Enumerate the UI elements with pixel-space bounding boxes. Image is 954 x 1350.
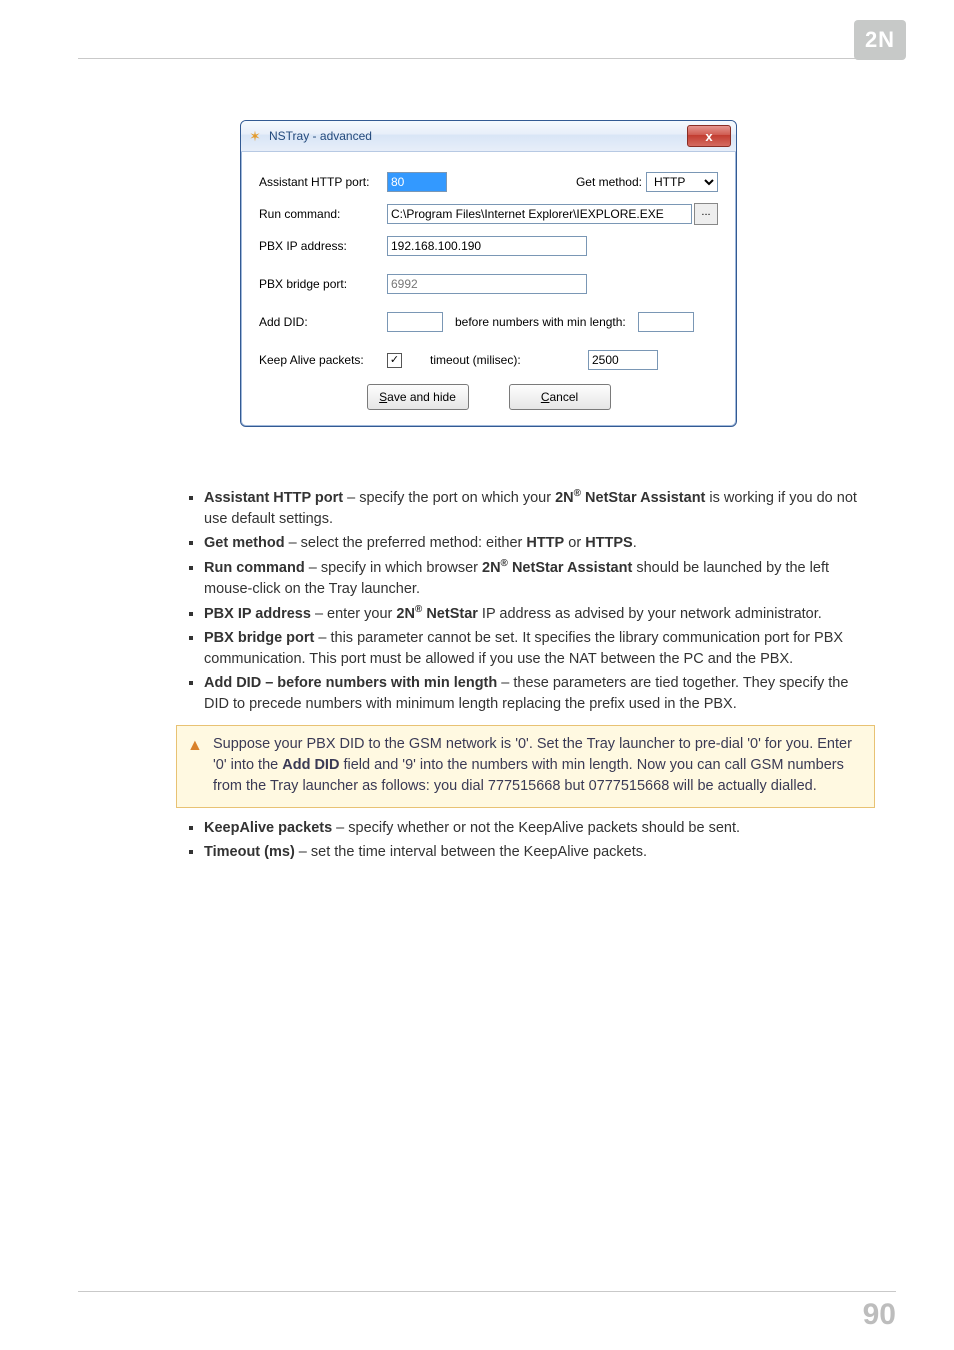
page-number: 90 <box>863 1298 896 1332</box>
label-pbx-bridge: PBX bridge port: <box>259 277 387 291</box>
dialog-body: Assistant HTTP port: Get method: HTTP Ru… <box>241 152 736 426</box>
label-keep-alive: Keep Alive packets: <box>259 353 387 367</box>
get-method-select[interactable]: HTTP <box>646 172 718 192</box>
doc-bullet: Timeout (ms) – set the time interval bet… <box>204 842 875 863</box>
browse-button[interactable]: ... <box>694 203 718 225</box>
doc-text: Assistant HTTP port – specify the port o… <box>180 487 875 863</box>
keep-alive-checkbox[interactable]: ✓ <box>387 353 402 368</box>
label-before-numbers: before numbers with min length: <box>455 315 626 329</box>
label-http-port: Assistant HTTP port: <box>259 175 387 189</box>
doc-bullet: KeepAlive packets – specify whether or n… <box>204 818 875 839</box>
dialog-titlebar: ✶ NSTray - advanced x <box>241 121 736 152</box>
doc-bullet: PBX bridge port – this parameter cannot … <box>204 628 875 670</box>
doc-bullet: PBX IP address – enter your 2N® NetStar … <box>204 603 875 625</box>
run-command-input[interactable] <box>387 204 692 224</box>
min-length-input[interactable] <box>638 312 694 332</box>
pbx-ip-input[interactable] <box>387 236 587 256</box>
doc-bullet: Get method – select the preferred method… <box>204 533 875 554</box>
app-icon: ✶ <box>247 128 263 144</box>
pbx-bridge-input <box>387 274 587 294</box>
warning-icon: ▲ <box>187 734 203 757</box>
add-did-input[interactable] <box>387 312 443 332</box>
doc-bullet: Run command – specify in which browser 2… <box>204 557 875 600</box>
brand-logo: 2N <box>854 20 906 60</box>
close-icon: x <box>705 129 712 144</box>
label-run-command: Run command: <box>259 207 387 221</box>
doc-bullet: Add DID – before numbers with min length… <box>204 673 875 715</box>
doc-bullet: Assistant HTTP port – specify the port o… <box>204 487 875 530</box>
close-button[interactable]: x <box>687 125 731 147</box>
header-divider <box>78 58 896 59</box>
label-get-method: Get method: <box>576 175 642 189</box>
cancel-button[interactable]: Cancel <box>509 384 611 410</box>
label-timeout: timeout (milisec): <box>430 353 521 367</box>
http-port-input[interactable] <box>387 172 447 192</box>
note-box: ▲ Suppose your PBX DID to the GSM networ… <box>176 725 875 808</box>
footer-divider <box>78 1291 896 1292</box>
dialog-title: NSTray - advanced <box>269 129 372 143</box>
label-add-did: Add DID: <box>259 315 387 329</box>
label-pbx-ip: PBX IP address: <box>259 239 387 253</box>
note-text: Suppose your PBX DID to the GSM network … <box>213 736 852 794</box>
save-and-hide-button[interactable]: Save and hide <box>367 384 469 410</box>
nstray-advanced-dialog: ✶ NSTray - advanced x Assistant HTTP por… <box>240 120 737 427</box>
timeout-input[interactable] <box>588 350 658 370</box>
